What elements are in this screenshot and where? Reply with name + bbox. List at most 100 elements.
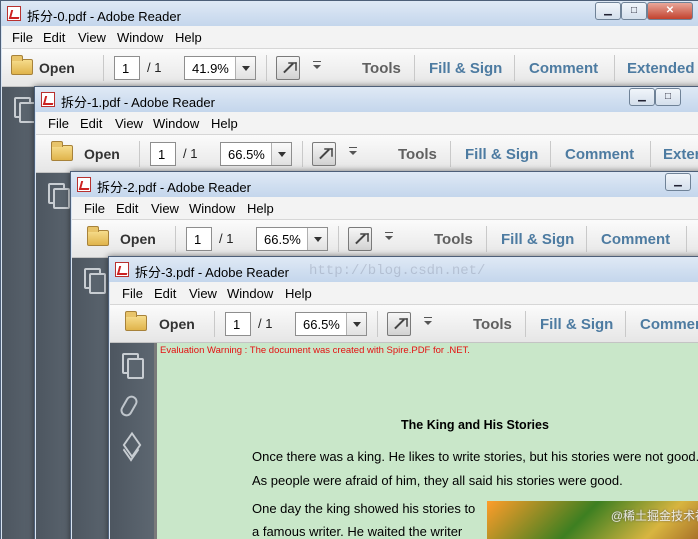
menu-help[interactable]: Help [285, 286, 312, 301]
toolbar-divider [377, 311, 378, 337]
open-folder-icon[interactable] [125, 311, 147, 331]
zoom-value: 66.5% [264, 232, 301, 247]
toolbar-divider [586, 226, 587, 252]
comment-tab[interactable]: Comment [565, 146, 634, 163]
layers-icon[interactable] [121, 435, 141, 455]
title-bar[interactable]: 拆分-1.pdf - Adobe Reader ▁ □ [35, 87, 698, 112]
page-number-input[interactable]: 1 [186, 227, 212, 251]
zoom-select[interactable]: 66.5% [295, 312, 367, 336]
toolbar-options-icon[interactable] [348, 147, 358, 157]
comment-tab[interactable]: Commer [640, 316, 698, 333]
fit-page-icon[interactable] [348, 227, 372, 251]
menu-file[interactable]: File [48, 116, 69, 131]
pdf-page[interactable]: Evaluation Warning : The document was cr… [157, 343, 698, 539]
menu-window[interactable]: Window [227, 286, 273, 301]
open-folder-icon[interactable] [11, 55, 33, 75]
extended-tab[interactable]: Extended [627, 60, 695, 77]
page-total: / 1 [147, 60, 162, 75]
fit-page-icon[interactable] [312, 142, 336, 166]
menu-edit[interactable]: Edit [43, 30, 65, 45]
comment-tab[interactable]: Comment [529, 60, 598, 77]
maximize-button[interactable]: □ [655, 88, 681, 106]
toolbar-options-icon[interactable] [384, 232, 394, 242]
toolbar-divider [650, 141, 651, 167]
zoom-dropdown-button[interactable] [235, 57, 255, 79]
fill-sign-tab[interactable]: Fill & Sign [540, 316, 613, 333]
pages-icon[interactable] [14, 97, 36, 123]
page-number-input[interactable]: 1 [150, 142, 176, 166]
navigation-panel [110, 343, 154, 539]
title-bar[interactable]: 拆分-2.pdf - Adobe Reader ▁ [71, 172, 698, 197]
menu-view[interactable]: View [115, 116, 143, 131]
menu-bar: File Edit View Window Help [36, 112, 698, 135]
zoom-select[interactable]: 41.9% [184, 56, 256, 80]
menu-edit[interactable]: Edit [154, 286, 176, 301]
menu-bar: File Edit View Window Help [2, 26, 698, 49]
toolbar-divider [525, 311, 526, 337]
zoom-dropdown-button[interactable] [271, 143, 291, 165]
open-button[interactable]: Open [39, 60, 75, 76]
fill-sign-tab[interactable]: Fill & Sign [465, 146, 538, 163]
menu-help[interactable]: Help [247, 201, 274, 216]
page-number-input[interactable]: 1 [225, 312, 251, 336]
minimize-button[interactable]: ▁ [595, 2, 621, 20]
toolbar-divider [686, 226, 687, 252]
zoom-value: 66.5% [228, 147, 265, 162]
title-bar[interactable]: 拆分-0.pdf - Adobe Reader ▁ □ ✕ [1, 1, 698, 26]
toolbar-divider [614, 55, 615, 81]
comment-tab[interactable]: Comment [601, 231, 670, 248]
attachments-icon[interactable] [118, 393, 140, 419]
fill-sign-tab[interactable]: Fill & Sign [501, 231, 574, 248]
menu-view[interactable]: View [78, 30, 106, 45]
menu-edit[interactable]: Edit [116, 201, 138, 216]
menu-file[interactable]: File [84, 201, 105, 216]
page-number-input[interactable]: 1 [114, 56, 140, 80]
pages-icon[interactable] [48, 183, 70, 209]
tools-tab[interactable]: Tools [473, 316, 512, 333]
menu-window[interactable]: Window [153, 116, 199, 131]
open-button[interactable]: Open [159, 316, 195, 332]
open-folder-icon[interactable] [51, 141, 73, 161]
menu-help[interactable]: Help [211, 116, 238, 131]
fit-page-icon[interactable] [276, 56, 300, 80]
document-area[interactable]: Evaluation Warning : The document was cr… [154, 343, 698, 539]
menu-file[interactable]: File [122, 286, 143, 301]
menu-view[interactable]: View [151, 201, 179, 216]
menu-window[interactable]: Window [189, 201, 235, 216]
zoom-dropdown-button[interactable] [346, 313, 366, 335]
menu-view[interactable]: View [189, 286, 217, 301]
desktop: 拆分-0.pdf - Adobe Reader ▁ □ ✕ File Edit … [0, 0, 698, 539]
maximize-button[interactable]: □ [621, 2, 647, 20]
tools-tab[interactable]: Tools [434, 231, 473, 248]
fit-page-icon[interactable] [387, 312, 411, 336]
toolbar: Open 1 / 1 41.9% Tools Fill & Sign Comme… [2, 49, 698, 87]
pages-icon[interactable] [84, 268, 106, 294]
minimize-button[interactable]: ▁ [665, 173, 691, 191]
fill-sign-tab[interactable]: Fill & Sign [429, 60, 502, 77]
open-button[interactable]: Open [84, 146, 120, 162]
zoom-select[interactable]: 66.5% [256, 227, 328, 251]
menu-help[interactable]: Help [175, 30, 202, 45]
zoom-select[interactable]: 66.5% [220, 142, 292, 166]
site-watermark: @稀土掘金技术社区 [610, 509, 698, 523]
extended-tab[interactable]: Exter [663, 146, 698, 163]
tools-tab[interactable]: Tools [362, 60, 401, 77]
menu-file[interactable]: File [12, 30, 33, 45]
toolbar-options-icon[interactable] [423, 317, 433, 327]
reader-window-3[interactable]: 拆分-3.pdf - Adobe Reader http://blog.csdn… [108, 256, 698, 539]
close-button[interactable]: ✕ [647, 2, 693, 20]
menu-edit[interactable]: Edit [80, 116, 102, 131]
title-bar[interactable]: 拆分-3.pdf - Adobe Reader http://blog.csdn… [109, 257, 698, 282]
zoom-dropdown-button[interactable] [307, 228, 327, 250]
toolbar-divider [302, 141, 303, 167]
tools-tab[interactable]: Tools [398, 146, 437, 163]
menu-window[interactable]: Window [117, 30, 163, 45]
open-folder-icon[interactable] [87, 226, 109, 246]
toolbar-options-icon[interactable] [312, 61, 322, 71]
window-title: 拆分-3.pdf - Adobe Reader [135, 265, 289, 280]
toolbar-divider [514, 55, 515, 81]
toolbar-divider [486, 226, 487, 252]
open-button[interactable]: Open [120, 231, 156, 247]
minimize-button[interactable]: ▁ [629, 88, 655, 106]
pages-icon[interactable] [122, 353, 144, 379]
